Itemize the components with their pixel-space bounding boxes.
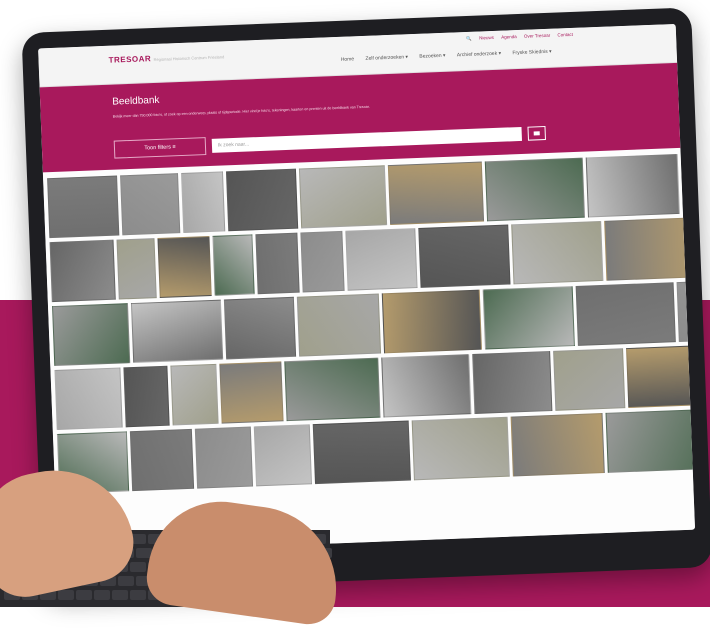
photo-30[interactable]	[219, 361, 284, 424]
filters-button-label: Toon filters	[144, 144, 172, 152]
photo-24[interactable]	[482, 286, 575, 350]
photo-7[interactable]	[484, 157, 585, 222]
photo-14[interactable]	[300, 230, 345, 293]
photo-28[interactable]	[123, 365, 170, 428]
top-link[interactable]: Over Tresoar	[524, 33, 550, 39]
photo-15[interactable]	[345, 228, 418, 291]
photo-26[interactable]	[676, 278, 696, 343]
nav-item[interactable]: Bezoeken ▾	[419, 53, 445, 60]
photo-34[interactable]	[553, 348, 626, 411]
photo-8[interactable]	[585, 153, 680, 218]
photo-20[interactable]	[130, 299, 224, 364]
search-button[interactable]	[527, 126, 546, 141]
photo-6[interactable]	[387, 161, 485, 226]
photo-29[interactable]	[170, 363, 219, 426]
photo-18[interactable]	[604, 217, 696, 281]
intro-text: Bekijk meer dan 750.000 foto's, of zoek …	[112, 104, 370, 119]
photo-grid	[42, 147, 696, 555]
photo-39[interactable]	[253, 424, 313, 487]
main-nav: Home Zelf onderzoeken ▾ Bezoeken ▾ Archi…	[336, 49, 557, 63]
photo-10[interactable]	[116, 238, 157, 300]
filters-button[interactable]: Toon filters ≡	[113, 137, 207, 159]
photo-31[interactable]	[284, 357, 381, 422]
photo-2[interactable]	[510, 413, 605, 477]
search-icon[interactable]: 🔍	[466, 36, 472, 41]
nav-item[interactable]: Zelf onderzoeken ▾	[365, 54, 408, 62]
keyboard-key	[76, 590, 92, 600]
photo-1[interactable]	[47, 175, 120, 239]
photo-3[interactable]	[180, 171, 226, 234]
photo-23[interactable]	[381, 289, 482, 354]
screen: TRESOAR Regionaal Historisch Centrum Fri…	[38, 23, 696, 555]
photo-25[interactable]	[575, 282, 676, 346]
laptop: TRESOAR Regionaal Historisch Centrum Fri…	[21, 7, 710, 593]
photo-1[interactable]	[411, 416, 510, 481]
top-links: 🔍 Nieuws Agenda Over Tresoar Contact	[463, 32, 576, 42]
page-title: Beeldbank	[112, 94, 160, 108]
site-logo[interactable]: TRESOAR	[108, 54, 151, 65]
photo-2[interactable]	[120, 173, 181, 236]
photo-35[interactable]	[626, 344, 696, 409]
photo-9[interactable]	[49, 239, 116, 303]
nav-item[interactable]: Archief onderzoek ▾	[457, 51, 501, 59]
keyboard-icon	[533, 131, 540, 136]
photo-11[interactable]	[157, 236, 212, 298]
top-link[interactable]: Contact	[557, 32, 573, 38]
photo-37[interactable]	[129, 428, 195, 492]
keyboard-key	[58, 590, 74, 600]
keyboard-key	[130, 562, 146, 572]
photo-16[interactable]	[418, 224, 511, 288]
photo-5[interactable]	[298, 165, 388, 229]
top-link[interactable]: Nieuws	[479, 35, 494, 41]
top-link[interactable]: Agenda	[501, 34, 517, 40]
photo-38[interactable]	[194, 426, 254, 489]
keyboard-key	[112, 590, 128, 600]
site-tagline: Regionaal Historisch Centrum Friesland	[153, 54, 225, 63]
filter-icon: ≡	[172, 144, 176, 151]
photo-32[interactable]	[381, 354, 472, 418]
nav-item[interactable]: Fryske Skiednis ▾	[512, 49, 551, 56]
keyboard-key	[94, 590, 110, 600]
photo-4[interactable]	[225, 168, 299, 232]
photo-33[interactable]	[472, 351, 553, 414]
photo-13[interactable]	[255, 232, 300, 295]
photo-3[interactable]	[605, 409, 696, 473]
photo-12[interactable]	[212, 234, 255, 296]
keyboard-key	[118, 576, 134, 586]
photo-22[interactable]	[296, 293, 382, 357]
photo-40[interactable]	[312, 420, 411, 485]
search-input[interactable]: Ik zoek naar...	[211, 126, 523, 153]
photo-17[interactable]	[511, 220, 604, 285]
photo-21[interactable]	[223, 296, 297, 360]
photo-27[interactable]	[54, 367, 123, 431]
keyboard-key	[130, 590, 146, 600]
nav-item[interactable]: Home	[341, 56, 355, 63]
photo-19[interactable]	[52, 303, 131, 367]
